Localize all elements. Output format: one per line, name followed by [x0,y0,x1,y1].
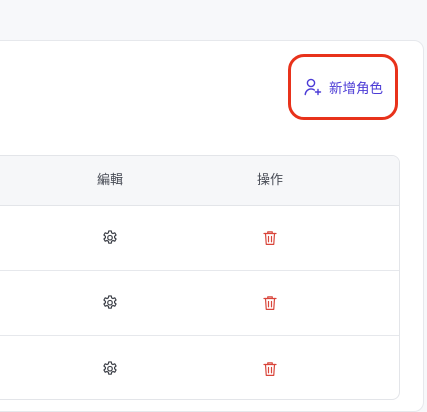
trash-icon[interactable] [258,357,282,381]
roles-table: 編輯 操作 [0,155,400,400]
gear-icon[interactable] [98,226,122,250]
table-header: 編輯 操作 [0,156,399,206]
gear-icon[interactable] [98,357,122,381]
table-row [0,336,399,399]
column-header-actions: 操作 [256,173,284,188]
table-row [0,206,399,271]
table-row [0,271,399,336]
column-header-edit: 編輯 [96,173,124,188]
add-role-button[interactable]: 新增角色 [288,54,398,120]
trash-icon[interactable] [258,226,282,250]
gear-icon[interactable] [98,291,122,315]
add-user-icon [303,77,323,97]
add-role-label: 新增角色 [329,81,383,97]
trash-icon[interactable] [258,291,282,315]
